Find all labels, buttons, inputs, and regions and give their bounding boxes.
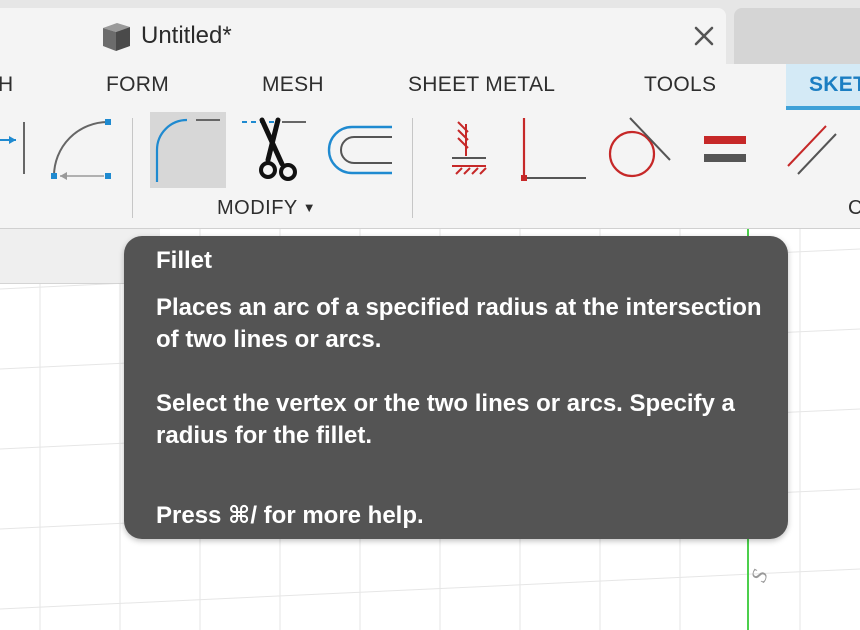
tab-sketch[interactable]: SKET — [809, 72, 860, 98]
modify-label-text: MODIFY — [217, 197, 298, 219]
toolbar-separator — [132, 118, 133, 218]
tab-surface-partial[interactable]: H — [0, 72, 13, 98]
tooltip-help-text: Press ⌘/ for more help. — [156, 502, 424, 529]
arc-icon[interactable] — [48, 116, 118, 184]
perpendicular-constraint-icon[interactable] — [518, 116, 590, 184]
box-3d-icon — [99, 20, 133, 54]
document-title: Untitled* — [141, 22, 232, 49]
tab-tools[interactable]: TOOLS — [644, 72, 716, 98]
fillet-icon[interactable] — [150, 112, 226, 188]
tab-form[interactable]: FORM — [106, 72, 169, 98]
tangent-constraint-icon[interactable] — [604, 116, 674, 184]
equal-constraint-icon[interactable] — [700, 132, 748, 168]
tab-mesh[interactable]: MESH — [262, 72, 324, 98]
offset-icon[interactable] — [326, 124, 396, 178]
toolbar-separator — [412, 118, 413, 218]
tooltip-paragraph: Places an arc of a specified radius at t… — [156, 294, 762, 353]
tooltip-title: Fillet — [156, 247, 213, 274]
tab-sheet-metal[interactable]: SHEET METAL — [408, 72, 555, 98]
parallel-constraint-icon[interactable] — [784, 122, 840, 178]
chevron-down-icon: ▼ — [302, 200, 317, 215]
tooltip-paragraph: Select the vertex or the two lines or ar… — [156, 390, 735, 449]
constraints-group-label-partial[interactable]: C — [848, 196, 860, 220]
modify-group-label[interactable]: MODIFY ▼ — [217, 196, 316, 220]
fix-constraint-icon[interactable] — [450, 118, 490, 178]
other-document-tab[interactable] — [734, 8, 860, 64]
dimension-line-icon[interactable] — [0, 118, 30, 182]
fillet-tooltip: Fillet Places an arc of a specified radi… — [124, 236, 788, 539]
tab-sketch-underline — [786, 106, 860, 110]
close-icon[interactable] — [690, 22, 718, 50]
trim-scissors-icon[interactable] — [238, 114, 310, 186]
tooltip-body: Places an arc of a specified radius at t… — [156, 292, 776, 484]
